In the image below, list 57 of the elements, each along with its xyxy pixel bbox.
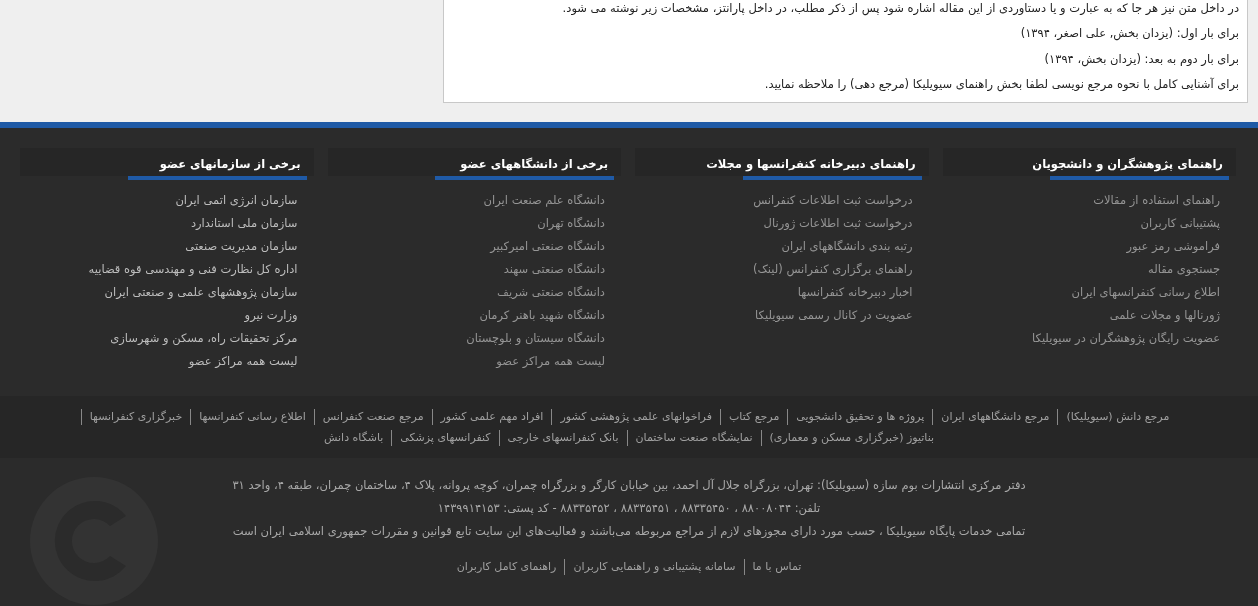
site-link[interactable]: اطلاع رسانی کنفرانسها	[190, 408, 314, 425]
footer-link[interactable]: فراموشی رمز عبور	[1126, 237, 1220, 255]
footer-link[interactable]: سازمان مدیریت صنعتی	[185, 237, 298, 255]
site-link[interactable]: نمایشگاه صنعت ساختمان	[626, 429, 761, 446]
site-link[interactable]: پروژه ها و تحقیق دانشجویی	[787, 408, 933, 425]
footer-link[interactable]: دانشگاه شهید باهنر کرمان	[479, 306, 605, 324]
footer-link[interactable]: اداره کل نظارت فنی و مهندسی قوه قضاییه	[88, 260, 298, 278]
footer-link[interactable]: درخواست ثبت اطلاعات کنفرانس	[753, 191, 913, 209]
footer-link[interactable]: دانشگاه علم صنعت ایران	[483, 191, 605, 209]
citation-text: در داخل متن نیز هر جا که به عبارت و یا دستاوردی از این مقاله اشاره شود پس از ذکر مطلب، در داخل پارانتز، مشخصات زیر نوشته می شود.	[561, 0, 1239, 16]
footer-link[interactable]: دانشگاه تهران	[537, 214, 605, 232]
footer-link[interactable]: اخبار دبیرخانه کنفرانسها	[797, 283, 913, 301]
footer-link[interactable]: راهنمای برگزاری کنفرانس (لینک)	[753, 260, 913, 278]
footer-link[interactable]: عضویت در کانال رسمی سیویلیکا	[755, 306, 913, 324]
footer-link[interactable]: لیست همه مراکز عضو	[496, 352, 605, 370]
footer-link[interactable]: لیست همه مراکز عضو	[188, 352, 298, 370]
site-link[interactable]: بانک کنفرانسهای خارجی	[498, 429, 627, 446]
footer-link[interactable]: دانشگاه سیستان و بلوچستان	[466, 329, 605, 347]
notice-text: تمامی خدمات پایگاه سیویلیکا ، حسب مورد دارای مجوزهای لازم از مراجع مربوطه می‌باشند و فعالیت‌های این سایت تابع قوانین و مقررات جمهوری اسلامی ایران است	[232, 523, 1026, 540]
site-link[interactable]: کنفرانسهای پزشکی	[391, 429, 499, 446]
site-link[interactable]: باشگاه دانش	[316, 429, 392, 446]
footer-link[interactable]: دانشگاه صنعتی امیرکبیر	[490, 237, 605, 255]
phone-text: تلفن: ۸۸۰۰۸۰۴۴ ، ۸۸۳۳۵۴۵۰ ، ۸۸۳۳۵۴۵۱ ، ۸۸۳۳۵۴۵۲ - کد پستی: ۱۴۳۹۹۱۴۱۵۳	[437, 500, 821, 517]
address-text: دفتر مرکزی انتشارات بوم سازه (سیویلیکا): تهران، بزرگراه جلال آل احمد، بین خیابان کارگر و بزرگراه چمران، کوچه پروانه، پلاک ۴، ساختمان چمران، طبقه ۴، واحد ۳۱	[232, 477, 1026, 494]
footer-link[interactable]: دانشگاه صنعتی شریف	[497, 283, 605, 301]
site-link[interactable]: افراد مهم علمی کشور	[431, 408, 552, 425]
footer-link[interactable]: رتبه بندی دانشگاههای ایران	[781, 237, 913, 255]
citation-text: برای آشنایی کامل با نحوه مرجع نویسی لطفا بخش راهنمای سیویلیکا (مرجع دهی) را ملاحظه نمایید.	[763, 76, 1239, 92]
citation-text: برای بار دوم به بعد: (یزدان بخش، ۱۳۹۴)	[1043, 50, 1239, 67]
footer-link[interactable]: جستجوی مقاله	[1148, 260, 1220, 278]
footer-link[interactable]: درخواست ثبت اطلاعات ژورنال	[763, 214, 913, 232]
footer-link[interactable]: اطلاع رسانی کنفرانسهای ایران	[1071, 283, 1220, 301]
site-link[interactable]: مرجع دانش (سیویلیکا)	[1057, 408, 1178, 425]
site-link[interactable]: مرجع دانشگاههای ایران	[932, 408, 1058, 425]
footer-link[interactable]: سازمان پژوهشهای علمی و صنعتی ایران	[104, 283, 298, 301]
site-link[interactable]: مرجع کتاب	[719, 408, 788, 425]
footer-link[interactable]: سازمان ملی استاندارد	[190, 214, 298, 232]
bottom-link[interactable]: راهنمای کامل کاربران	[448, 559, 565, 575]
footer-link[interactable]: پشتیبانی کاربران	[1140, 214, 1220, 232]
footer-link[interactable]: مرکز تحقیقات راه، مسکن و شهرسازی	[110, 329, 298, 347]
footer-link[interactable]: دانشگاه صنعتی سهند	[503, 260, 605, 278]
footer-link[interactable]: راهنمای استفاده از مقالات	[1093, 191, 1220, 209]
bottom-link[interactable]: تماس با ما	[743, 559, 810, 575]
column-title: راهنمای پژوهشگران و دانشجویان	[1032, 157, 1224, 174]
site-link[interactable]: خبرگزاری کنفرانسها	[80, 408, 191, 425]
bottom-link[interactable]: سامانه پشتیبانی و راهنمایی کاربران	[564, 559, 744, 575]
footer-link[interactable]: وزارت نیرو	[244, 306, 298, 324]
footer-link[interactable]: عضویت رایگان پژوهشگران در سیویلیکا	[1032, 329, 1220, 347]
column-title: راهنمای دبیرخانه کنفرانسها و مجلات	[706, 157, 917, 174]
site-link[interactable]: فراخوانهای علمی پژوهشی کشور	[551, 408, 720, 425]
footer-link[interactable]: ژورنالها و مجلات علمی	[1109, 306, 1220, 324]
column-title: برخی از سازمانهای عضو	[159, 157, 302, 174]
column-title: برخی از دانشگاههای عضو	[460, 157, 609, 174]
footer-link[interactable]: سازمان انرژی اتمی ایران	[175, 191, 298, 209]
site-link[interactable]: بناتیوز (خبرگزاری مسکن و معماری)	[760, 429, 943, 446]
site-link[interactable]: مرجع صنعت کنفرانس	[313, 408, 432, 425]
citation-text: برای بار اول: (یزدان بخش, علی اصغر، ۱۳۹۴)	[1019, 25, 1239, 42]
